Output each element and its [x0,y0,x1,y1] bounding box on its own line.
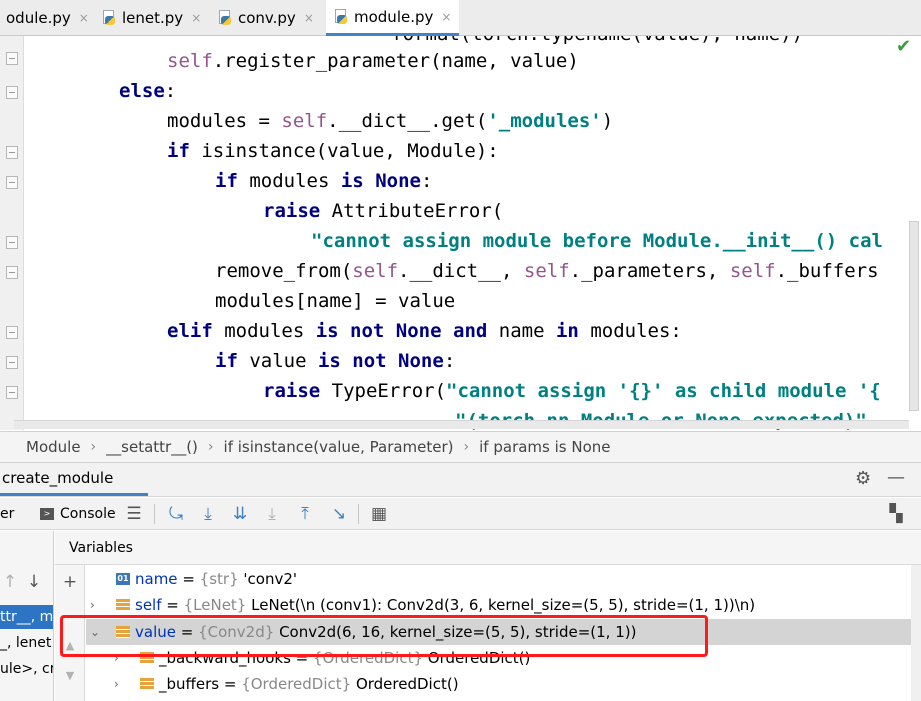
python-file-icon [102,10,116,26]
layout-settings-icon[interactable]: ▚ [886,503,906,525]
debug-toolbar: er > Console ☰ ⤿ ⤓ ⇊ ⤓ ⤒ ↘ ▦ ▚ [0,498,921,530]
breadcrumb-item[interactable]: __setattr__() [106,438,198,456]
python-file-icon [334,8,348,25]
expand-arrow-icon[interactable]: › [114,671,126,697]
tab-module[interactable]: module.py × [326,0,460,36]
variable-text: name = {str} 'conv2' [135,570,297,588]
fold-marker[interactable] [6,176,18,189]
close-icon[interactable]: × [441,10,451,24]
step-into-icon[interactable]: ⇊ [230,503,250,525]
tab-label: lenet.py [122,9,184,27]
show-execution-point-icon[interactable]: ⤿ [166,503,186,525]
tab-label: odule.py [6,9,71,27]
variable-row-name[interactable]: 01 name = {str} 'conv2' [86,566,921,592]
code-line: modules[name] = value [215,290,456,312]
code-line: elif modules is not None and name in mod… [167,320,682,342]
step-over-icon[interactable]: ⤓ [198,503,218,525]
variables-label: Variables [69,540,133,556]
tab-console[interactable]: > Console [40,502,116,526]
editor-horizontal-scrollbar[interactable] [14,420,909,429]
scroll-down-icon[interactable]: ▼ [60,665,80,687]
fold-marker[interactable] [6,386,18,399]
fold-marker[interactable] [6,86,18,99]
tab-label: module.py [354,7,434,26]
breadcrumb: Module › __setattr__() › if isinstance(v… [0,431,921,463]
debug-session-tab[interactable]: create_module [0,469,115,491]
arrow-down-icon[interactable]: ↓ [24,571,44,593]
editor-gutter [0,36,24,430]
code-line: self.register_parameter(name, value) [167,50,579,72]
tab-label: conv.py [238,9,296,27]
inspection-ok-icon: ✔ [896,36,912,57]
frame-item[interactable]: ttr__, m [0,605,53,629]
code-line: if modules is None: [215,170,433,192]
code-line: if value is not None: [215,350,456,372]
chevron-right-icon: › [207,439,214,455]
variables-scrollbar[interactable] [911,565,921,701]
close-icon[interactable]: × [304,11,314,25]
frame-item[interactable]: _, lenet [0,631,53,655]
evaluate-expression-icon[interactable]: ▦ [369,503,389,525]
tab-module-partial[interactable]: odule.py × [0,0,97,36]
frame-item[interactable]: ule>, cr [0,657,53,681]
python-file-icon [218,10,232,26]
fold-marker[interactable] [6,236,18,249]
gear-icon[interactable]: ⚙ [855,468,871,489]
fold-marker[interactable] [6,356,18,369]
add-watch-icon[interactable]: + [60,571,80,593]
console-icon: > [40,508,54,520]
code-line: raise TypeError("cannot assign '{}' as c… [263,380,881,402]
chevron-right-icon: › [90,439,97,455]
step-into-my-code-icon[interactable]: ⤓ [262,503,282,525]
breadcrumb-item[interactable]: if isinstance(value, Parameter) [224,438,454,456]
object-variable-icon [140,678,154,690]
run-to-cursor-icon[interactable]: ↘ [329,503,349,525]
code-line: "cannot assign module before Module.__in… [311,230,883,252]
fold-marker[interactable] [6,326,18,339]
chevron-right-icon: › [463,439,470,455]
breadcrumb-item[interactable]: if params is None [479,438,610,456]
toolbar-divider [358,504,359,524]
tab-debugger[interactable]: er [0,502,14,526]
fold-marker[interactable] [6,266,18,279]
object-variable-icon [116,599,130,611]
frames-panel: ↑ ↓ ttr__, m _, lenet ule>, cr [0,531,54,701]
breadcrumb-item[interactable]: Module [26,438,81,456]
variables-header: Variables [55,531,921,565]
string-variable-icon: 01 [116,573,130,585]
code-line: raise AttributeError( [263,200,504,222]
tab-conv[interactable]: conv.py × [210,0,322,36]
step-out-icon[interactable]: ⤒ [295,503,315,525]
code-line: remove_from(self.__dict__, self._paramet… [215,260,879,282]
close-icon[interactable]: × [191,11,201,25]
code-line: modules = self.__dict__.get('_modules') [167,110,614,132]
fold-marker[interactable] [6,52,18,65]
fold-marker[interactable] [6,146,18,159]
active-tab-indicator [0,493,148,496]
code-line: else: [119,80,177,102]
debug-tool-window-header: create_module [0,463,921,497]
editor-tab-bar: odule.py × lenet.py × conv.py × module.p… [0,0,921,36]
menu-icon[interactable]: ☰ [124,503,144,525]
tab-lenet[interactable]: lenet.py × [94,0,209,36]
close-icon[interactable]: × [79,11,89,25]
code-area[interactable]: "format(torch.typename(value), name)) se… [24,36,921,430]
code-line: if isinstance(value, Module): [167,140,499,162]
code-editor[interactable]: "format(torch.typename(value), name)) se… [0,36,921,430]
variable-text: _buffers = {OrderedDict} OrderedDict() [159,675,459,693]
minimize-icon[interactable]: — [887,467,905,488]
arrow-up-icon[interactable]: ↑ [0,571,20,593]
toolbar-divider [154,504,155,524]
editor-scrollbar[interactable] [909,221,919,411]
variable-row-buffers[interactable]: › _buffers = {OrderedDict} OrderedDict() [86,671,921,697]
red-annotation-box [60,615,708,657]
